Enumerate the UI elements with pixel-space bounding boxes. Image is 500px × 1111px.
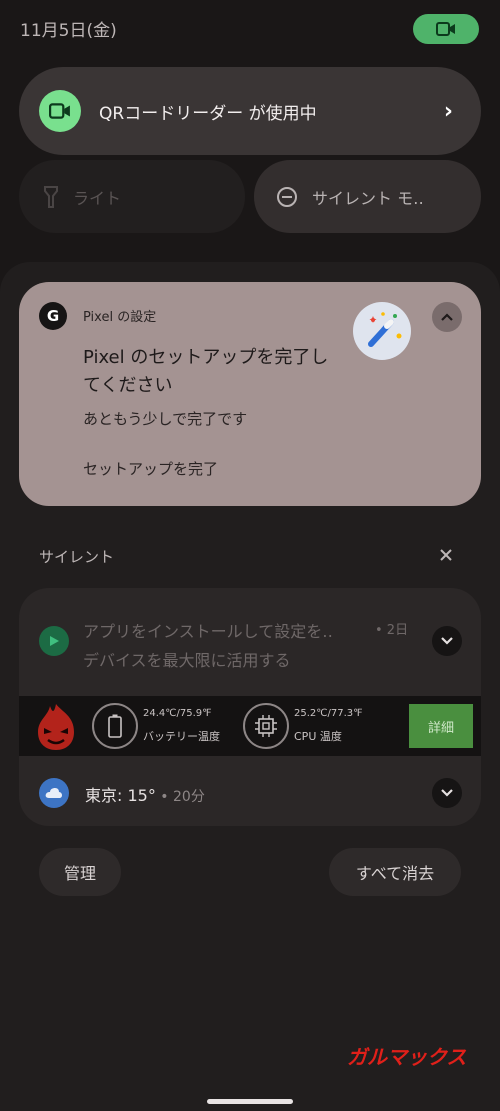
antutu-flame-logo-icon — [38, 704, 74, 750]
details-button[interactable]: 詳細 — [409, 704, 473, 748]
weather-time: • 20分 — [155, 789, 205, 805]
tile-flashlight[interactable]: ライト — [19, 160, 245, 233]
google-icon: G — [39, 302, 67, 330]
notification-body: あともう少しで完了です — [83, 410, 248, 428]
camera-privacy-chip[interactable] — [413, 14, 479, 44]
collapse-button[interactable] — [432, 302, 462, 332]
chevron-down-icon — [441, 637, 453, 645]
chevron-down-icon — [441, 789, 453, 797]
notification-app-name: Pixel の設定 — [83, 310, 157, 325]
magic-wand-icon — [353, 302, 411, 360]
notification-title: Pixel のセットアップを完了してください — [83, 347, 329, 396]
cpu-chip-icon — [243, 703, 289, 749]
camera-in-use-card[interactable]: QRコードリーダー が使用中 › — [19, 67, 481, 155]
video-camera-icon — [436, 22, 455, 36]
weather-summary: 東京: 15° — [85, 786, 156, 805]
watermark-logo: ガルマックス — [347, 1045, 466, 1069]
video-camera-icon — [39, 90, 81, 132]
date-text: 11月5日(金) — [20, 21, 117, 41]
chevron-right-icon: › — [443, 98, 453, 124]
do-not-disturb-icon — [277, 186, 297, 207]
battery-temperature-label: バッテリー温度 — [143, 730, 220, 743]
pixel-setup-notification[interactable]: G Pixel の設定 Pixel のセットアップを完了してください あともう少… — [19, 282, 481, 506]
close-icon — [440, 549, 452, 561]
silent-notification-group: アプリをインストールして設定を‥ • 2日 デバイスを最大限に活用する 24.4… — [19, 588, 481, 826]
battery-icon — [92, 703, 138, 749]
play-store-icon — [39, 626, 69, 656]
tile-flashlight-label: ライト — [73, 188, 122, 208]
weather-notification[interactable]: 東京: 15° • 20分 — [85, 782, 205, 806]
tile-do-not-disturb-label: サイレント モ‥ — [312, 188, 424, 208]
play-notification-title[interactable]: アプリをインストールして設定を‥ — [83, 618, 333, 642]
battery-temperature: 24.4℃/75.9℉ — [143, 708, 212, 719]
play-notification-time: • 2日 — [375, 623, 409, 638]
play-notification-subtitle: デバイスを最大限に活用する — [83, 651, 291, 670]
cpu-temperature: 25.2℃/77.3℉ — [294, 708, 363, 719]
svg-text:ガルマックス: ガルマックス — [347, 1045, 466, 1069]
antutu-temperature-notification[interactable]: 24.4℃/75.9℉ バッテリー温度 25.2℃/77.3℉ CPU 温度 詳… — [19, 696, 481, 756]
dismiss-silent-button[interactable] — [438, 544, 454, 568]
chevron-up-icon — [441, 313, 453, 321]
complete-setup-button[interactable]: セットアップを完了 — [83, 458, 218, 479]
expand-button[interactable] — [432, 778, 462, 808]
gesture-nav-handle[interactable] — [207, 1099, 293, 1104]
manage-button[interactable]: 管理 — [39, 848, 121, 896]
cloud-icon — [39, 778, 69, 808]
camera-in-use-text: QRコードリーダー が使用中 — [99, 103, 317, 124]
tile-do-not-disturb[interactable]: サイレント モ‥ — [254, 160, 481, 233]
clear-all-button[interactable]: すべて消去 — [329, 848, 461, 896]
cpu-temperature-label: CPU 温度 — [294, 730, 342, 743]
silent-section-header: サイレント — [39, 548, 115, 566]
expand-button[interactable] — [432, 626, 462, 656]
flashlight-icon — [44, 185, 58, 208]
